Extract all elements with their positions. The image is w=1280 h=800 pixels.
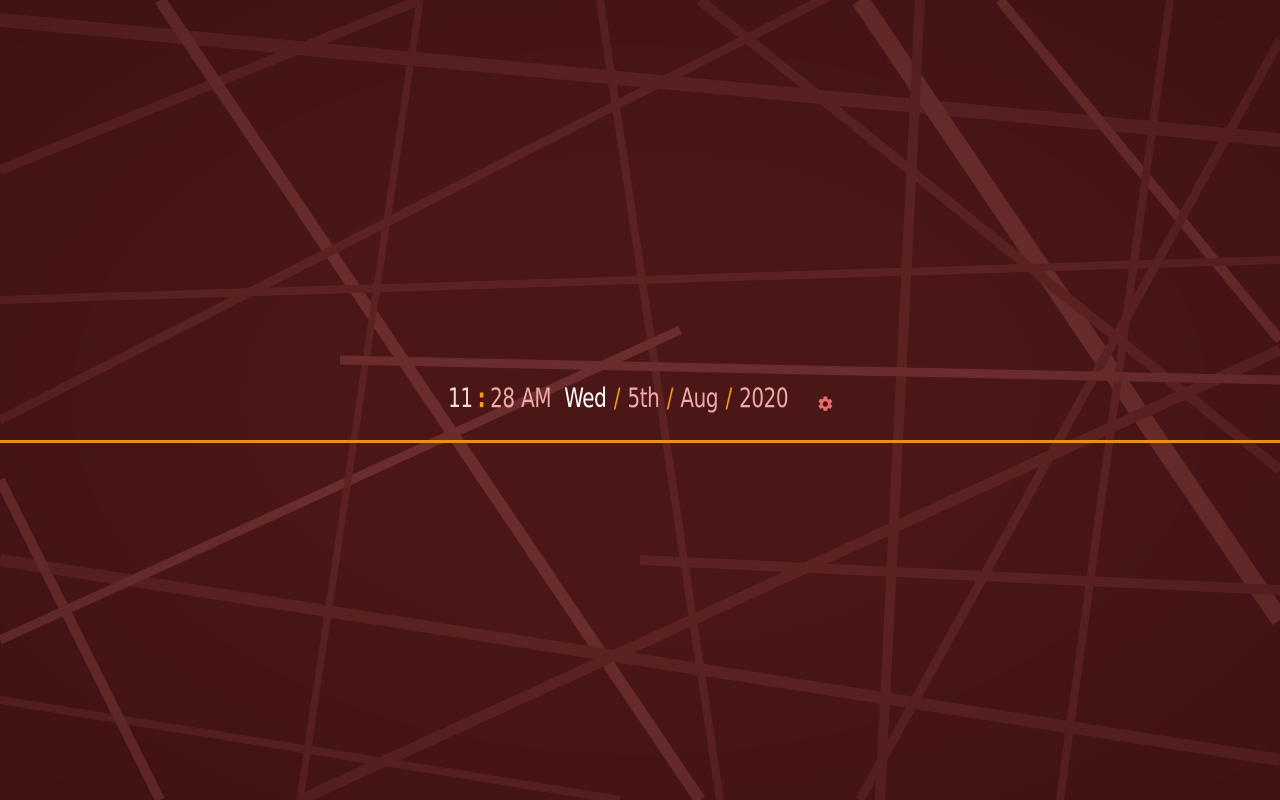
clock-bar: 11 : 28 AM Wed / 5th / Aug / 2020 [0,376,1280,420]
date-year: 2020 [738,382,788,414]
accent-divider [0,440,1280,443]
date-separator: / [666,382,673,414]
gear-icon[interactable] [816,389,834,411]
clock-hour: 11 [447,382,473,414]
clock-weekday: Wed [563,382,607,414]
date-separator: / [725,382,732,414]
clock-ampm: AM [520,382,551,414]
clock-colon: : [477,382,485,414]
clock-minute: 28 [489,382,515,414]
clock-display: 11 : 28 AM Wed / 5th / Aug / 2020 [448,383,832,414]
date-day: 5th [627,382,660,414]
date-separator: / [613,382,620,414]
date-month: Aug [680,382,718,414]
